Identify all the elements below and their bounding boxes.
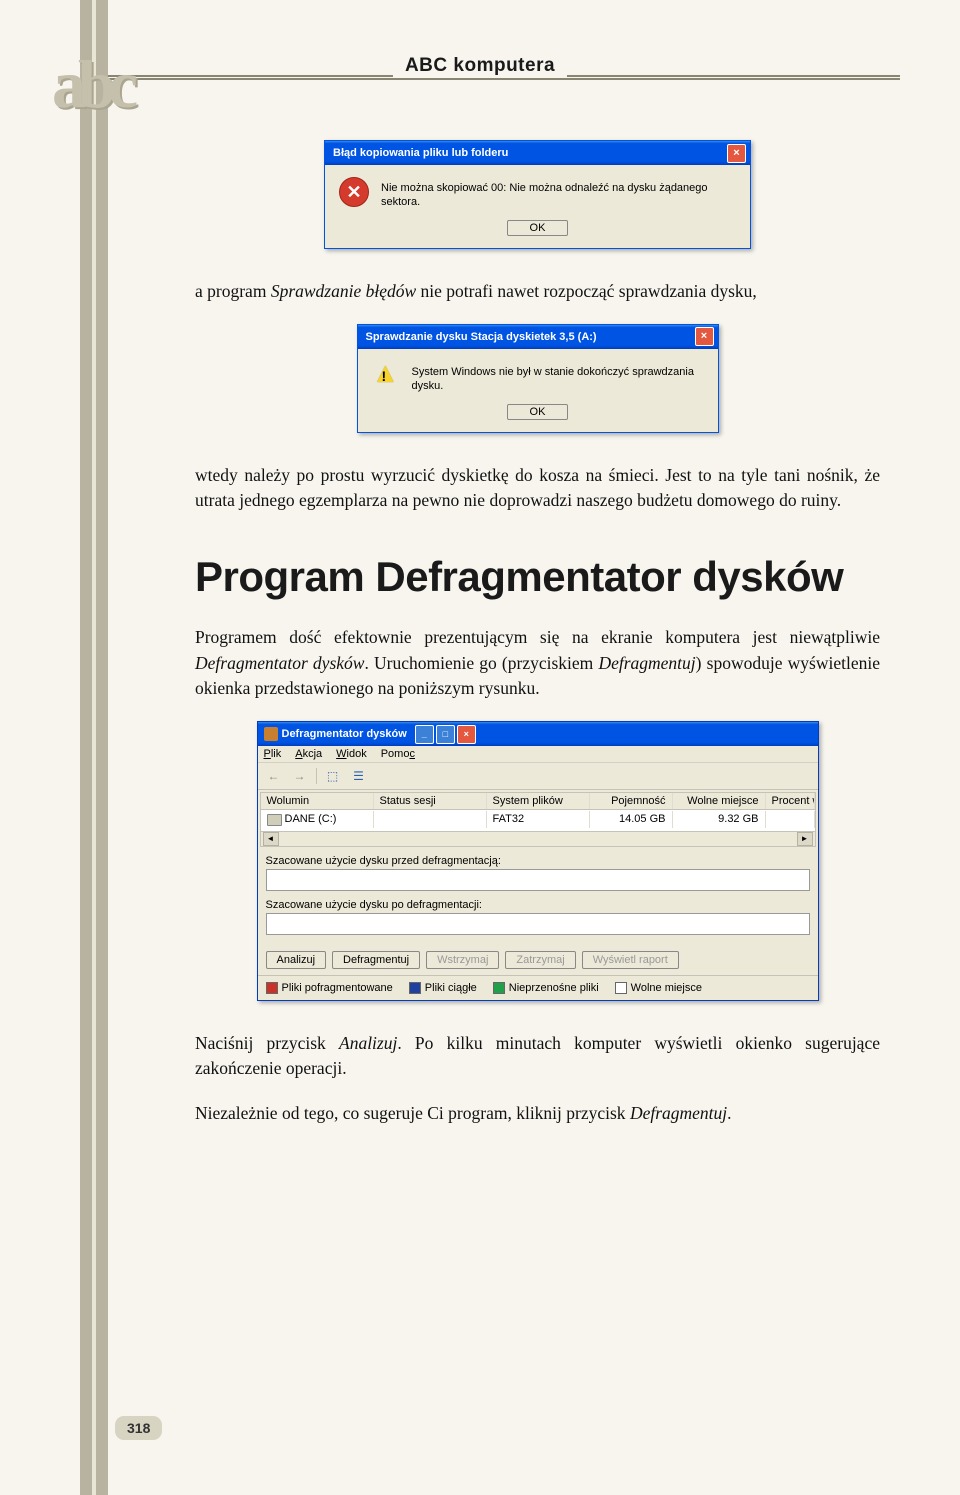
est-before-label: Szacowane użycie dysku przed defragmenta… [266,855,810,867]
paragraph-1: a program Sprawdzanie błędów nie potrafi… [195,279,880,304]
report-button: Wyświetl raport [582,951,679,969]
horizontal-scrollbar[interactable]: ◄ ► [261,831,815,846]
row-status [374,811,487,827]
defrag-titlebar: Defragmentator dysków _ □ × [258,722,818,746]
section-heading: Program Defragmentator dysków [195,553,880,601]
row-free: 9.32 GB [673,811,766,827]
scroll-right-icon[interactable]: ► [797,832,813,846]
col-percent[interactable]: Procent wolne [766,793,815,809]
defrag-app-icon [264,727,278,741]
ok-button[interactable]: OK [507,404,569,420]
page-number: 318 [115,1416,162,1440]
paragraph-3: Programem dość efektownie prezentującym … [195,625,880,701]
menu-action[interactable]: Akcja [295,748,322,760]
col-filesystem[interactable]: System plików [487,793,590,809]
stop-button: Zatrzymaj [505,951,575,969]
legend-free: Wolne miejsce [631,982,702,994]
defrag-window: Defragmentator dysków _ □ × Plik Akcja W… [257,721,819,1000]
legend: Pliki pofragmentowane Pliki ciągłe Niepr… [258,975,818,1000]
col-status[interactable]: Status sesji [374,793,487,809]
warning-dialog-titlebar: Sprawdzanie dysku Stacja dyskietek 3,5 (… [358,325,718,349]
toolbar: ← → ⬚ ☰ [258,763,818,790]
menu-help[interactable]: Pomoc [381,748,415,760]
error-icon: ✕ [339,177,369,207]
col-free[interactable]: Wolne miejsce [673,793,766,809]
legend-swatch-contiguous [409,982,421,994]
warning-icon [372,361,400,389]
refresh-icon[interactable]: ⬚ [323,766,343,786]
back-icon[interactable]: ← [264,766,284,786]
est-before-bar [266,869,810,891]
close-icon[interactable]: × [457,725,476,744]
est-after-label: Szacowane użycie dysku po defragmentacji… [266,899,810,911]
paragraph-4: Naciśnij przycisk Analizuj. Po kilku min… [195,1031,880,1082]
error-dialog: Błąd kopiowania pliku lub folderu × ✕ Ni… [324,140,751,249]
legend-fragmented: Pliki pofragmentowane [282,982,393,994]
warning-dialog: Sprawdzanie dysku Stacja dyskietek 3,5 (… [357,324,719,433]
est-after-bar [266,913,810,935]
abc-logo: abc [52,45,130,124]
volume-list: Wolumin Status sesji System plików Pojem… [260,792,816,846]
error-dialog-title: Błąd kopiowania pliku lub folderu [333,147,508,159]
left-margin-inner [92,0,96,1495]
pause-button: Wstrzymaj [426,951,499,969]
col-capacity[interactable]: Pojemność [590,793,673,809]
minimize-icon[interactable]: _ [415,725,434,744]
list-header: Wolumin Status sesji System plików Pojem… [261,793,815,810]
col-volume[interactable]: Wolumin [261,793,374,809]
close-icon[interactable]: × [727,144,746,163]
legend-swatch-unmovable [493,982,505,994]
row-capacity: 14.05 GB [590,811,673,827]
menu-view[interactable]: Widok [336,748,367,760]
row-filesystem: FAT32 [487,811,590,827]
legend-unmovable: Nieprzenośne pliki [509,982,599,994]
drive-icon [267,814,282,826]
warning-dialog-title: Sprawdzanie dysku Stacja dyskietek 3,5 (… [366,331,597,343]
properties-icon[interactable]: ☰ [349,766,369,786]
warning-dialog-message: System Windows nie był w stanie dokończy… [412,361,704,394]
paragraph-2: wtedy należy po prostu wyrzucić dyskietk… [195,463,880,514]
legend-swatch-fragmented [266,982,278,994]
paragraph-5: Niezależnie od tego, co sugeruje Ci prog… [195,1101,880,1126]
legend-contiguous: Pliki ciągłe [425,982,477,994]
page-header-title: ABC komputera [393,55,567,77]
error-dialog-message: Nie można skopiować 00: Nie można odnale… [381,177,736,210]
close-icon[interactable]: × [695,327,714,346]
list-row[interactable]: DANE (C:) FAT32 14.05 GB 9.32 GB [261,810,815,828]
maximize-icon[interactable]: □ [436,725,455,744]
legend-swatch-free [615,982,627,994]
ok-button[interactable]: OK [507,220,569,236]
menu-file[interactable]: Plik [264,748,282,760]
scroll-left-icon[interactable]: ◄ [263,832,279,846]
error-dialog-titlebar: Błąd kopiowania pliku lub folderu × [325,141,750,165]
forward-icon[interactable]: → [290,766,310,786]
row-volume: DANE (C:) [285,813,337,825]
analyze-button[interactable]: Analizuj [266,951,327,969]
defrag-window-title: Defragmentator dysków [282,728,407,740]
defragment-button[interactable]: Defragmentuj [332,951,420,969]
menu-bar: Plik Akcja Widok Pomoc [258,746,818,763]
